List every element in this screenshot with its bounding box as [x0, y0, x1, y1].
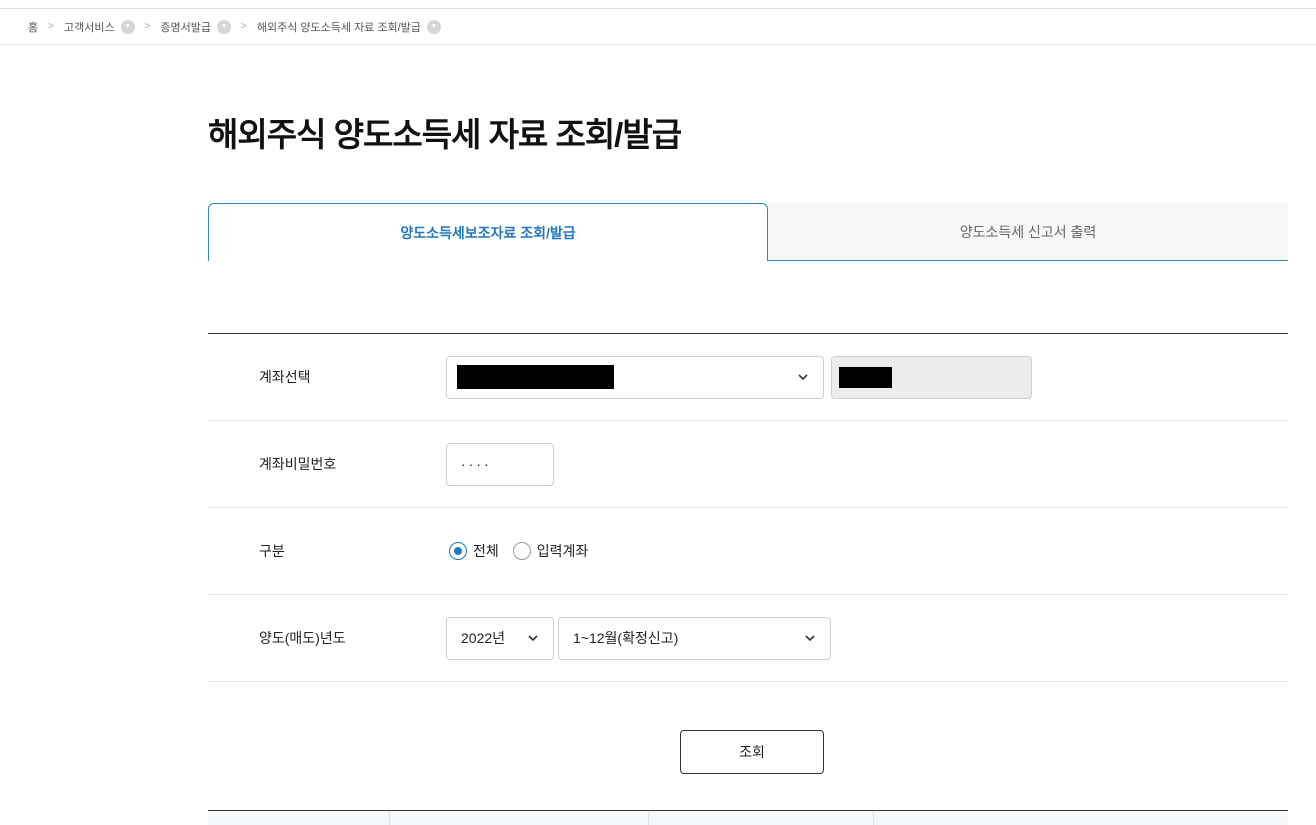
- result-table-header: [208, 810, 1288, 825]
- account-holder-field: [831, 355, 1032, 399]
- chevron-right-icon: >: [241, 21, 247, 32]
- search-form: 계좌선택 계좌비밀번호 ···· 구분 전체 입력계좌 양도(매도)년도 202…: [208, 333, 1288, 682]
- column-divider: [873, 811, 874, 825]
- chevron-down-icon: [798, 373, 808, 380]
- search-button[interactable]: 조회: [680, 730, 824, 774]
- redacted-account-holder: [839, 366, 892, 388]
- breadcrumb-label: 고객서비스: [63, 21, 115, 34]
- breadcrumb-home[interactable]: 홈: [28, 19, 38, 35]
- breadcrumb-label: 증명서발급: [160, 21, 212, 34]
- tab-tax-report[interactable]: 양도소득세 신고서 출력: [768, 203, 1288, 261]
- form-row-year: 양도(매도)년도 2022년 1~12월(확정신고): [208, 595, 1288, 682]
- password-field: ····: [446, 442, 554, 486]
- chevron-right-icon: >: [48, 21, 54, 32]
- radio-all[interactable]: 전체: [449, 541, 499, 561]
- password-label: 계좌비밀번호: [259, 456, 337, 472]
- column-divider: [648, 811, 649, 825]
- caret-down-icon[interactable]: ▼: [426, 19, 441, 34]
- radio-input-account-label: 입력계좌: [536, 543, 589, 559]
- page-title: 해외주식 양도소득세 자료 조회/발급: [208, 116, 682, 153]
- caret-down-icon[interactable]: ▼: [120, 19, 135, 34]
- breadcrumb-item-certificate[interactable]: 증명서발급 ▼: [160, 19, 232, 35]
- category-label: 구분: [259, 543, 285, 559]
- form-row-account: 계좌선택: [208, 334, 1288, 421]
- chevron-down-icon: [805, 634, 815, 641]
- account-field: [446, 355, 1032, 399]
- radio-checked-icon: [449, 542, 467, 560]
- year-field: 2022년 1~12월(확정신고): [446, 616, 831, 660]
- radio-unchecked-icon: [512, 542, 531, 560]
- form-row-password: 계좌비밀번호 ····: [208, 421, 1288, 508]
- account-select[interactable]: [446, 355, 824, 399]
- password-input[interactable]: ····: [446, 442, 554, 486]
- tab-support-data[interactable]: 양도소득세보조자료 조회/발급: [208, 203, 768, 261]
- caret-down-icon[interactable]: ▼: [217, 19, 232, 34]
- column-divider: [389, 811, 390, 825]
- breadcrumb-item-service[interactable]: 고객서비스 ▼: [64, 19, 135, 35]
- chevron-down-icon: [528, 634, 538, 641]
- breadcrumb-item-current[interactable]: 해외주식 양도소득세 자료 조회/발급 ▼: [257, 19, 441, 35]
- year-label: 양도(매도)년도: [259, 630, 346, 646]
- breadcrumb: 홈 > 고객서비스 ▼ > 증명서발급 ▼ > 해외주식 양도소득세 자료 조회…: [0, 9, 1316, 45]
- form-row-category: 구분 전체 입력계좌: [208, 508, 1288, 595]
- period-select[interactable]: 1~12월(확정신고): [558, 616, 831, 660]
- chevron-right-icon: >: [144, 21, 151, 32]
- year-select-value: 2022년: [461, 630, 506, 646]
- year-select[interactable]: 2022년: [446, 616, 554, 660]
- account-label: 계좌선택: [259, 369, 311, 385]
- radio-all-label: 전체: [473, 543, 499, 559]
- redacted-account-number: [457, 365, 614, 389]
- tab-bar: 양도소득세보조자료 조회/발급 양도소득세 신고서 출력: [208, 203, 1288, 261]
- period-select-value: 1~12월(확정신고): [573, 630, 679, 646]
- radio-input-account[interactable]: 입력계좌: [512, 541, 589, 561]
- category-field: 전체 입력계좌: [449, 541, 602, 561]
- breadcrumb-label: 해외주식 양도소득세 자료 조회/발급: [256, 21, 421, 34]
